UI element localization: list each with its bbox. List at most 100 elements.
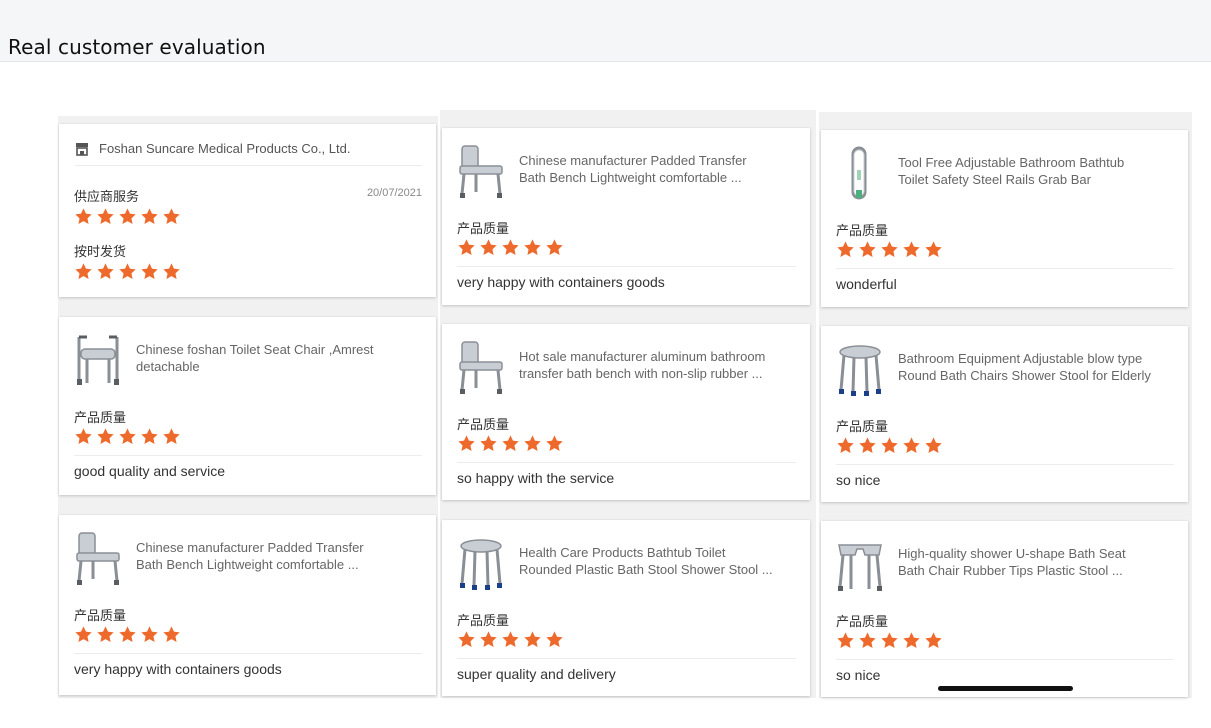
divider	[74, 455, 422, 456]
star-icon	[140, 207, 159, 226]
star-icon	[457, 238, 476, 257]
star-icon	[902, 631, 921, 650]
star-icon	[880, 631, 899, 650]
star-icon	[457, 630, 476, 649]
review-card: Chinese manufacturer Padded Transfer Bat…	[442, 128, 810, 305]
star-icon	[457, 434, 476, 453]
product-title-line-2: Round Bath Chairs Shower Stool for Elder…	[898, 368, 1151, 383]
star-icon	[140, 262, 159, 281]
product-quality-label: 产品质量	[836, 223, 889, 238]
divider	[457, 266, 796, 267]
product-title-line-1: Bathroom Equipment Adjustable blow type	[898, 351, 1143, 366]
product-title[interactable]: High-quality shower U-shape Bath Seat Ba…	[898, 545, 1176, 579]
product-quality-label: 产品质量	[457, 417, 510, 432]
product-title[interactable]: Hot sale manufacturer aluminum bathroom …	[519, 348, 798, 382]
divider	[836, 464, 1174, 465]
star-icon	[880, 436, 899, 455]
home-indicator	[938, 686, 1073, 691]
divider	[457, 462, 796, 463]
review-card: Bathroom Equipment Adjustable blow type …	[821, 326, 1188, 502]
on-time-delivery-stars	[74, 262, 181, 282]
divider	[457, 658, 796, 659]
star-icon	[501, 630, 520, 649]
round-stool-icon[interactable]	[835, 342, 885, 398]
review-card: Tool Free Adjustable Bathroom Bathtub To…	[821, 130, 1188, 307]
transfer-bench-icon[interactable]	[456, 340, 506, 396]
review-card: Chinese manufacturer Padded Transfer Bat…	[59, 515, 436, 695]
star-icon	[545, 630, 564, 649]
star-icon	[162, 625, 181, 644]
product-quality-stars	[74, 625, 181, 645]
product-title-line-2: detachable	[136, 359, 200, 374]
star-icon	[924, 240, 943, 259]
product-title[interactable]: Chinese manufacturer Padded Transfer Bat…	[519, 152, 798, 186]
product-quality-label: 产品质量	[74, 608, 127, 623]
u-shape-seat-icon[interactable]	[835, 537, 885, 593]
product-title[interactable]: Chinese foshan Toilet Seat Chair ,Amrest…	[136, 341, 424, 375]
star-icon	[96, 427, 115, 446]
grab-bar-icon[interactable]	[835, 146, 885, 202]
review-date: 20/07/2021	[366, 187, 422, 199]
round-stool-icon[interactable]	[456, 536, 506, 592]
review-card: Chinese foshan Toilet Seat Chair ,Amrest…	[59, 317, 436, 495]
star-icon	[924, 436, 943, 455]
star-icon	[118, 427, 137, 446]
star-icon	[858, 240, 877, 259]
review-card: High-quality shower U-shape Bath Seat Ba…	[821, 521, 1188, 697]
toilet-chair-icon[interactable]	[73, 333, 123, 389]
product-quality-stars	[457, 238, 564, 258]
star-icon	[902, 240, 921, 259]
product-title-line-1: Health Care Products Bathtub Toilet	[519, 545, 726, 560]
transfer-bench-icon[interactable]	[456, 144, 506, 200]
product-title[interactable]: Health Care Products Bathtub Toilet Roun…	[519, 544, 798, 578]
product-title-line-1: Chinese manufacturer Padded Transfer	[519, 153, 747, 168]
review-card: Health Care Products Bathtub Toilet Roun…	[442, 520, 810, 696]
product-title[interactable]: Chinese manufacturer Padded Transfer Bat…	[136, 539, 424, 573]
star-icon	[74, 427, 93, 446]
star-icon	[836, 631, 855, 650]
star-icon	[74, 207, 93, 226]
star-icon	[501, 434, 520, 453]
star-icon	[479, 238, 498, 257]
product-quality-stars	[836, 631, 943, 651]
product-title-line-1: Hot sale manufacturer aluminum bathroom	[519, 349, 766, 364]
star-icon	[140, 427, 159, 446]
transfer-bench-icon[interactable]	[73, 531, 123, 587]
shop-name: Foshan Suncare Medical Products Co., Ltd…	[99, 141, 351, 156]
shop-row[interactable]: Foshan Suncare Medical Products Co., Ltd…	[75, 140, 422, 166]
page-header: Real customer evaluation	[0, 0, 1211, 62]
star-icon	[118, 207, 137, 226]
supplier-service-label: 供应商服务	[74, 189, 140, 204]
product-quality-stars	[457, 630, 564, 650]
product-title-line-1: Chinese foshan Toilet Seat Chair ,Amrest	[136, 342, 374, 357]
star-icon	[118, 625, 137, 644]
star-icon	[836, 240, 855, 259]
product-title-line-2: Toilet Safety Steel Rails Grab Bar	[898, 172, 1091, 187]
star-icon	[479, 630, 498, 649]
product-title[interactable]: Bathroom Equipment Adjustable blow type …	[898, 350, 1176, 384]
product-title[interactable]: Tool Free Adjustable Bathroom Bathtub To…	[898, 154, 1176, 188]
product-title-line-2: Rounded Plastic Bath Stool Shower Stool …	[519, 562, 773, 577]
product-title-line-1: Chinese manufacturer Padded Transfer	[136, 540, 364, 555]
star-icon	[924, 631, 943, 650]
review-comment: wonderful	[836, 276, 897, 292]
product-title-line-1: Tool Free Adjustable Bathroom Bathtub	[898, 155, 1125, 170]
star-icon	[74, 625, 93, 644]
star-icon	[858, 631, 877, 650]
star-icon	[836, 436, 855, 455]
on-time-delivery-label: 按时发货	[74, 244, 127, 259]
star-icon	[523, 630, 542, 649]
star-icon	[74, 262, 93, 281]
star-icon	[880, 240, 899, 259]
page-title: Real customer evaluation	[8, 35, 266, 59]
review-comment: very happy with containers goods	[74, 661, 282, 677]
product-title-line-2: Bath Bench Lightweight comfortable ...	[136, 557, 359, 572]
supplier-service-stars	[74, 207, 181, 227]
star-icon	[523, 238, 542, 257]
star-icon	[96, 207, 115, 226]
star-icon	[545, 434, 564, 453]
product-title-line-2: Bath Chair Rubber Tips Plastic Stool ...	[898, 563, 1123, 578]
star-icon	[545, 238, 564, 257]
store-rating-card: Foshan Suncare Medical Products Co., Ltd…	[59, 124, 436, 297]
product-quality-label: 产品质量	[836, 419, 889, 434]
